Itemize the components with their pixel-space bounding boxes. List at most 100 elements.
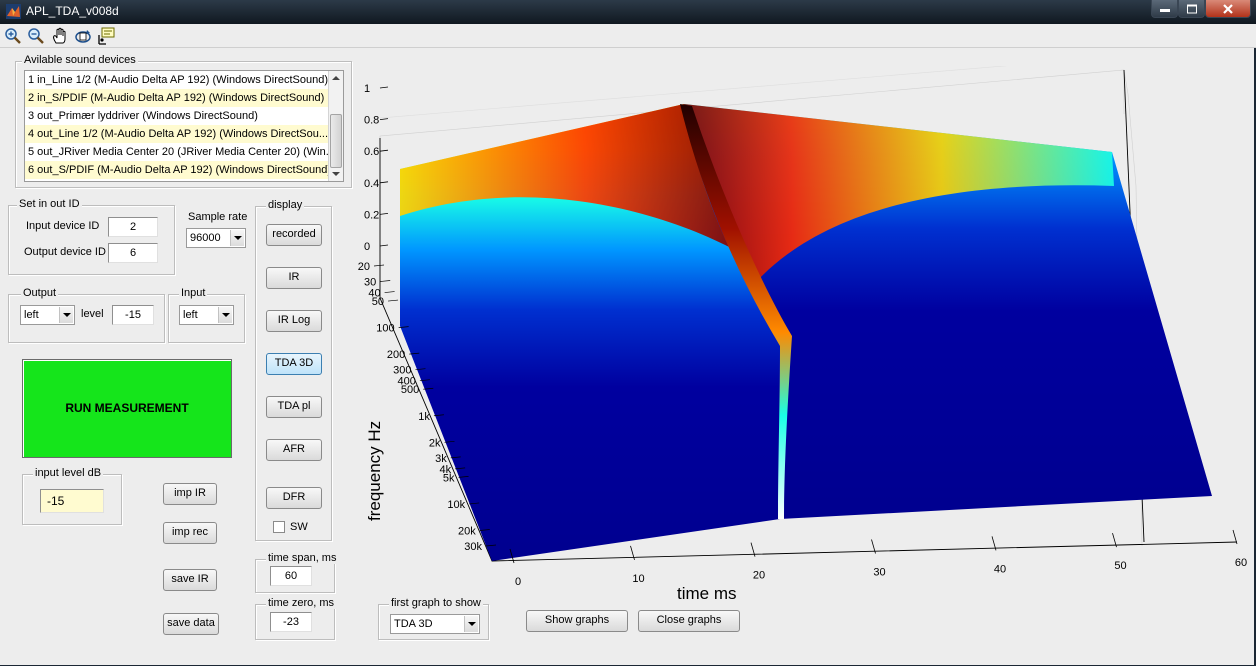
maximize-button[interactable] (1178, 0, 1205, 18)
list-item[interactable]: 6 out_S/PDIF (M-Audio Delta AP 192) (Win… (25, 161, 330, 179)
z-tick-label: 1 (364, 83, 370, 95)
input-device-id-field[interactable]: 2 (108, 217, 158, 237)
input-panel-title: Input (179, 287, 208, 299)
time-tick-label: 60 (1235, 557, 1247, 569)
z-tick-mark (379, 181, 389, 184)
sw-label: SW (290, 521, 308, 533)
frequency-tick-label: 2k (429, 437, 441, 449)
z-tick-mark (379, 118, 389, 120)
pan-hand-icon[interactable] (51, 27, 69, 45)
input-level-value: -15 (40, 489, 104, 513)
time-tick-label: 20 (753, 570, 765, 582)
rotate-3d-icon[interactable] (74, 27, 92, 45)
frequency-tick-mark (380, 280, 391, 282)
output-channel-select[interactable]: left (20, 305, 75, 325)
frequency-tick-mark (384, 291, 395, 293)
scroll-up-icon[interactable] (329, 71, 343, 85)
output-device-id-label: Output device ID (24, 246, 106, 258)
z-tick-mark (379, 86, 389, 89)
display-ir-button[interactable]: IR (266, 267, 322, 289)
close-icon (1223, 3, 1233, 14)
z-tick-label: 0.8 (364, 115, 379, 127)
scroll-down-icon[interactable] (329, 167, 343, 181)
time-tick-label: 10 (632, 573, 644, 585)
z-tick-label: 0 (364, 241, 370, 253)
chevron-down-icon (230, 230, 244, 246)
sample-rate-select[interactable]: 96000 (186, 228, 246, 248)
time-tick-label: 40 (994, 563, 1006, 575)
save-ir-button[interactable]: save IR (163, 569, 217, 591)
list-item[interactable]: 4 out_Line 1/2 (M-Audio Delta AP 192) (W… (25, 125, 330, 143)
frequency-tick-label: 10k (447, 499, 465, 511)
zoom-in-icon[interactable] (4, 27, 22, 45)
frequency-tick-label: 100 (376, 323, 394, 335)
frequency-tick-label: 1k (418, 411, 430, 423)
output-device-id-field[interactable]: 6 (108, 243, 158, 263)
z-tick-label: 0.6 (364, 146, 379, 158)
scroll-thumb[interactable] (330, 114, 342, 168)
minimize-icon (1159, 8, 1170, 12)
maximize-icon (1186, 4, 1197, 13)
io-id-panel-title: Set in out ID (17, 198, 82, 210)
input-channel-value: left (183, 309, 198, 321)
save-data-button[interactable]: save data (163, 613, 219, 635)
import-recording-button[interactable]: imp rec (163, 522, 217, 544)
z-tick-label: 0.4 (364, 178, 379, 190)
frequency-tick-label: 5k (443, 472, 455, 484)
input-device-id-label: Input device ID (26, 220, 100, 232)
title-bar: APL_TDA_v008d (0, 0, 1256, 24)
frequency-axis-label: frequency Hz (365, 421, 384, 521)
display-tda-pl-button[interactable]: TDA pl (266, 396, 322, 418)
display-recorded-button[interactable]: recorded (266, 224, 322, 246)
z-tick-mark (379, 213, 389, 215)
display-panel-title: display (266, 199, 305, 211)
sw-checkbox[interactable] (273, 521, 285, 533)
time-zero-title: time zero, ms (266, 597, 337, 609)
z-tick-mark (379, 149, 389, 152)
frequency-tick-label: 50 (372, 296, 384, 308)
data-cursor-icon[interactable] (97, 27, 115, 45)
import-ir-button[interactable]: imp IR (163, 483, 217, 505)
time-tick-label: 50 (1114, 560, 1126, 572)
list-item[interactable]: 1 in_Line 1/2 (M-Audio Delta AP 192) (Wi… (25, 71, 330, 89)
input-channel-select[interactable]: left (179, 305, 234, 325)
frequency-tick-label: 20k (458, 525, 476, 537)
sample-rate-value: 96000 (190, 232, 221, 244)
time-tick-label: 0 (515, 576, 521, 588)
output-panel-title: Output (21, 287, 59, 299)
run-measurement-button[interactable]: RUN MEASUREMENT (22, 359, 232, 458)
output-channel-value: left (24, 309, 39, 321)
devices-listbox[interactable]: 1 in_Line 1/2 (M-Audio Delta AP 192) (Wi… (24, 70, 344, 182)
devices-scrollbar[interactable] (328, 71, 343, 181)
list-item[interactable]: 5 out_JRiver Media Center 20 (JRiver Med… (25, 143, 330, 161)
time-axis-label: time ms (677, 584, 737, 603)
display-dfr-button[interactable]: DFR (266, 487, 322, 509)
io-id-panel: Set in out ID (8, 198, 175, 275)
time-span-field[interactable]: 60 (270, 566, 312, 586)
frequency-tick-mark (373, 264, 385, 267)
z-tick-mark (379, 244, 389, 247)
z-axis-ticks: 0 0.2 0.4 0.6 0.8 1 (364, 83, 389, 253)
devices-panel-title: Avilable sound devices (22, 54, 138, 66)
frequency-tick-label: 30k (464, 541, 482, 553)
matlab-app-icon (6, 4, 21, 19)
output-level-field[interactable]: -15 (112, 305, 154, 325)
tda-3d-plot[interactable]: 00.20.40.60.81 203040501002003004005001k… (352, 66, 1252, 626)
close-button[interactable] (1205, 0, 1251, 18)
output-level-label: level (81, 308, 104, 320)
chevron-down-icon (59, 307, 73, 323)
figure-area: Avilable sound devices 1 in_Line 1/2 (M-… (0, 48, 1254, 665)
list-item[interactable]: 3 out_Primær lyddriver (Windows DirectSo… (25, 107, 330, 125)
frequency-tick-label: 500 (401, 384, 419, 396)
time-span-title: time span, ms (266, 552, 339, 564)
z-tick-label: 0.2 (364, 209, 379, 221)
display-tda-3d-button[interactable]: TDA 3D (266, 353, 322, 375)
frequency-tick-label: 200 (387, 349, 405, 361)
minimize-button[interactable] (1151, 0, 1178, 18)
list-item[interactable]: 2 in_S/PDIF (M-Audio Delta AP 192) (Wind… (25, 89, 330, 107)
time-zero-field[interactable]: -23 (270, 612, 312, 632)
display-afr-button[interactable]: AFR (266, 439, 322, 461)
time-tick-label: 30 (873, 567, 885, 579)
display-ir-log-button[interactable]: IR Log (266, 310, 322, 332)
zoom-out-icon[interactable] (27, 27, 45, 45)
